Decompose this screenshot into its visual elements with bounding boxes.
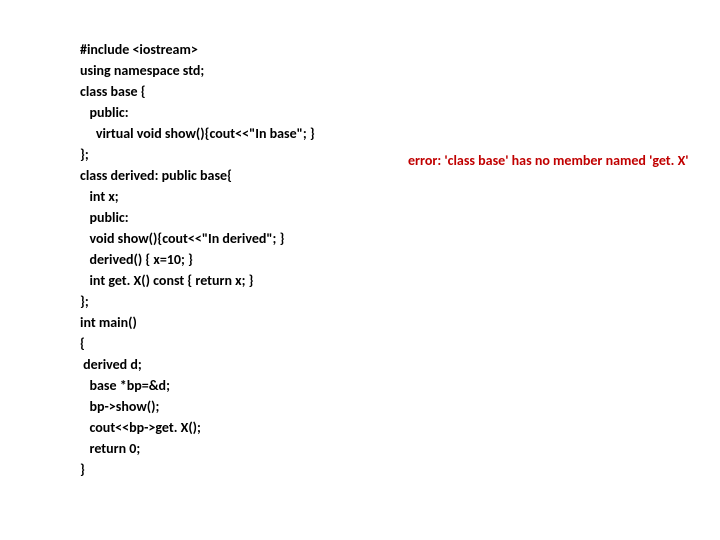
code-line: class derived: public base{	[80, 167, 232, 184]
code-line: }	[80, 461, 85, 478]
compiler-error: error: 'class base' has no member named …	[408, 152, 689, 169]
code-line: #include <iostream>	[80, 41, 198, 58]
code-line: public:	[80, 104, 129, 121]
code-line: derived d;	[80, 356, 142, 373]
code-line: int main()	[80, 314, 137, 331]
code-line: };	[80, 293, 89, 310]
code-line: int x;	[80, 188, 119, 205]
code-line: void show(){cout<<"In derived"; }	[80, 230, 284, 247]
code-line: };	[80, 146, 89, 163]
code-line: int get. X() const { return x; }	[80, 272, 253, 289]
code-line: bp->show();	[80, 398, 159, 415]
code-line: virtual void show(){cout<<"In base"; }	[80, 125, 315, 142]
code-line: using namespace std;	[80, 62, 204, 79]
code-line: class base {	[80, 83, 146, 100]
code-line: {	[80, 335, 85, 352]
code-line: public:	[80, 209, 129, 226]
slide: #include <iostream> using namespace std;…	[0, 0, 720, 540]
code-line: base *bp=&d;	[80, 377, 170, 394]
code-block: #include <iostream> using namespace std;…	[80, 18, 315, 480]
code-line: return 0;	[80, 440, 140, 457]
code-line: cout<<bp->get. X();	[80, 419, 201, 436]
code-line: derived() { x=10; }	[80, 251, 193, 268]
